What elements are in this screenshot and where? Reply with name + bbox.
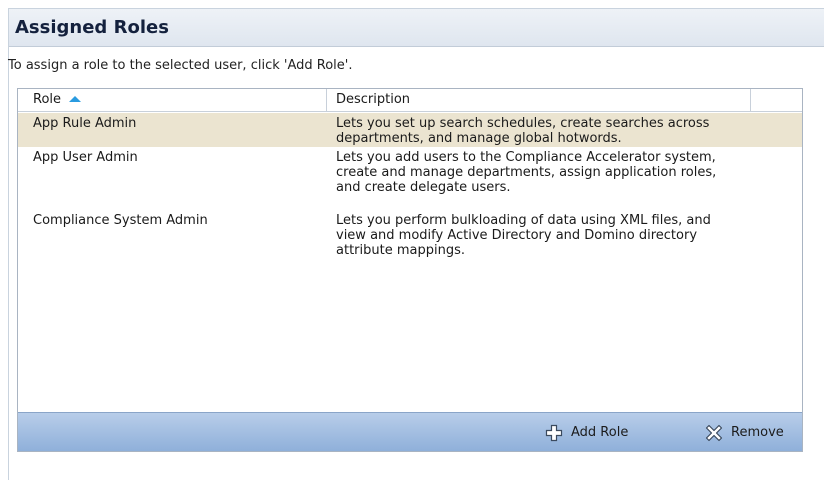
grid-header: Role Description: [18, 89, 802, 112]
panel-title: Assigned Roles: [15, 17, 169, 38]
add-role-button[interactable]: Add Role: [545, 413, 628, 452]
column-header-description-label: Description: [336, 92, 411, 107]
instruction-text: To assign a role to the selected user, c…: [8, 58, 353, 73]
panel-header: Assigned Roles: [9, 9, 824, 47]
column-header-spacer: [751, 89, 803, 111]
cell-description: Lets you perform bulkloading of data usi…: [336, 213, 711, 258]
table-row[interactable]: App User Admin Lets you add users to the…: [18, 147, 802, 210]
add-role-label: Add Role: [571, 425, 629, 440]
plus-icon: [545, 424, 563, 441]
sort-ascending-icon: [69, 95, 82, 102]
grid-footer-toolbar: Add Role Remove: [18, 412, 802, 451]
cell-description: Lets you add users to the Compliance Acc…: [336, 150, 717, 195]
remove-button[interactable]: Remove: [705, 413, 784, 452]
cell-role: Compliance System Admin: [33, 213, 208, 228]
cell-description: Lets you set up search schedules, create…: [336, 116, 710, 146]
table-row[interactable]: App Rule Admin Lets you set up search sc…: [18, 113, 802, 147]
column-header-role-label: Role: [33, 92, 62, 107]
roles-grid: Role Description App Rule Admin Lets you…: [17, 88, 803, 452]
column-header-description[interactable]: Description: [327, 89, 751, 111]
remove-x-icon: [705, 424, 723, 441]
cell-role: App Rule Admin: [33, 116, 137, 131]
grid-rows: App Rule Admin Lets you set up search sc…: [18, 113, 802, 270]
column-header-role[interactable]: Role: [18, 89, 327, 111]
table-row[interactable]: Compliance System Admin Lets you perform…: [18, 210, 802, 270]
cell-role: App User Admin: [33, 150, 138, 165]
remove-label: Remove: [731, 425, 784, 440]
